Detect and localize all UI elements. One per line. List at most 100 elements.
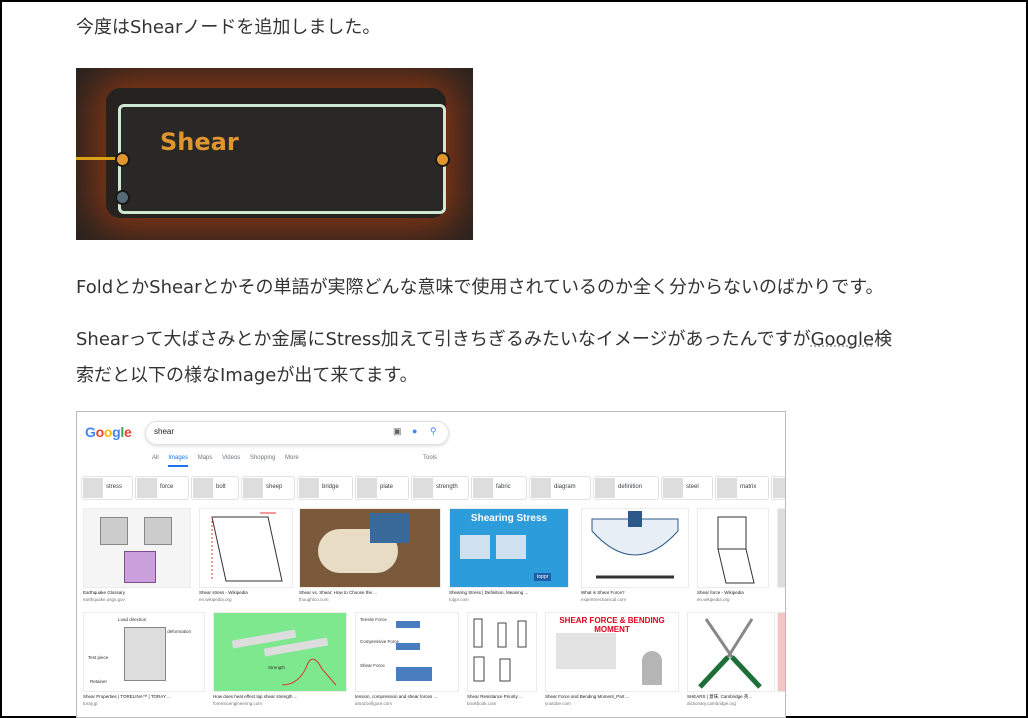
chip-matrix[interactable]: matrix — [715, 476, 769, 500]
thumb-shearing-stress[interactable]: Shearing Stress toppr — [449, 508, 569, 588]
chip-thumbnail — [413, 478, 433, 498]
image-caption[interactable]: Shear Resistance Priority ... — [467, 694, 523, 699]
chip-definition[interactable]: definition — [593, 476, 659, 500]
paragraph-shear-line1: Shearって大ばさみとか金属にStress加えて引きちぎるみたいなイメージがあ… — [76, 322, 892, 358]
logo-letter: G — [85, 424, 96, 440]
image-caption[interactable]: How does heat effect lap shear strength … — [213, 694, 297, 699]
search-icon[interactable]: ⚲ — [430, 426, 437, 437]
search-tabs: All Images Maps Videos Shopping More — [152, 455, 307, 467]
image-source: dictionary.cambridge.org — [687, 701, 736, 706]
image-caption[interactable]: Shear stress - Wikipedia — [199, 590, 248, 595]
google-logo[interactable]: Google — [85, 424, 132, 440]
paragraph-intro: 今度はShearノードを追加しました。 — [76, 17, 381, 38]
thumb-sheep-shearing[interactable] — [299, 508, 441, 588]
chip-label: plate — [380, 484, 394, 490]
thumb-shear-resistance[interactable] — [467, 612, 537, 692]
chip-label: steel — [686, 484, 699, 490]
chip-label: bridge — [322, 484, 339, 490]
mic-icon[interactable]: ● — [412, 426, 417, 436]
search-box[interactable]: shear ▣ ● ⚲ — [145, 421, 449, 445]
image-source: en.wikipedia.org — [199, 597, 232, 602]
chip-beam[interactable]: beam — [771, 476, 785, 500]
label-compressive-force: Compressive Force — [360, 639, 400, 644]
chip-thumbnail — [83, 478, 103, 498]
chip-plate[interactable]: plate — [355, 476, 409, 500]
thumb-toray[interactable]: Load direction Shear deformation Test pi… — [83, 612, 205, 692]
image-source: amazonfigure.com — [355, 701, 393, 706]
chip-thumbnail — [595, 478, 615, 498]
thumb-sfbm[interactable]: SHEAR FORCE & BENDING MOMENT — [545, 612, 679, 692]
image-source: expertmechanical.com — [581, 597, 627, 602]
tab-all[interactable]: All — [152, 455, 159, 461]
thumb-shear-force[interactable] — [581, 508, 689, 588]
chip-sheep[interactable]: sheep — [241, 476, 295, 500]
logo-letter: e — [123, 424, 132, 440]
chip-thumbnail — [531, 478, 551, 498]
image-source: en.wikipedia.org — [697, 597, 730, 602]
search-query[interactable]: shear — [154, 427, 174, 436]
logo-letter: o — [95, 424, 105, 440]
chip-label: strength — [436, 484, 458, 490]
image-caption[interactable]: Shearing Stress | Definition, Meaning ..… — [449, 590, 528, 595]
chip-strength[interactable]: strength — [411, 476, 469, 500]
image-caption[interactable]: Earthquake Glossary — [83, 590, 125, 595]
image-caption[interactable]: Shear vs. Shear: How to Choose the ... — [299, 590, 377, 595]
thumb-lap-shear[interactable]: Strength — [213, 612, 347, 692]
thumb-shear-stress-wiki[interactable] — [199, 508, 293, 588]
paragraph-shear-tail: 検 — [874, 329, 893, 350]
chip-stress[interactable]: stress — [81, 476, 133, 500]
chip-diagram[interactable]: diagram — [529, 476, 591, 500]
image-caption[interactable]: SHEARS | 意味, Cambridge 英... — [687, 694, 752, 700]
tab-images[interactable]: Images — [168, 455, 189, 467]
image-source: youtube.com — [545, 701, 571, 706]
google-search-screenshot: Google shear ▣ ● ⚲ All Images Maps Video… — [76, 411, 786, 718]
label-shear-force: Shear Force — [360, 663, 385, 668]
thumb-row2-partial[interactable] — [777, 612, 785, 692]
chip-label: stress — [106, 484, 123, 490]
tab-videos[interactable]: Videos — [222, 455, 240, 461]
label-load-direction: Load direction — [118, 617, 147, 622]
chip-fabric[interactable]: fabric — [471, 476, 527, 500]
tab-maps[interactable]: Maps — [198, 455, 213, 461]
image-source: thoughtco.com — [299, 597, 329, 602]
node-label: Shear — [160, 128, 239, 156]
chip-bridge[interactable]: bridge — [297, 476, 353, 500]
thumb-forces[interactable]: Tensile Force Compressive Force Shear Fo… — [355, 612, 459, 692]
google-link[interactable]: Google — [811, 329, 874, 350]
tab-more[interactable]: More — [285, 455, 299, 461]
tools-button[interactable]: Tools — [423, 455, 437, 461]
chip-label: force — [160, 484, 174, 490]
image-caption[interactable]: tension, compression and shear forces ..… — [355, 694, 437, 699]
chip-force[interactable]: force — [135, 476, 189, 500]
chip-label: matrix — [740, 484, 757, 490]
chip-thumbnail — [473, 478, 493, 498]
chip-bolt[interactable]: bolt — [191, 476, 239, 500]
chip-thumbnail — [357, 478, 377, 498]
chip-thumbnail — [243, 478, 263, 498]
chip-steel[interactable]: steel — [661, 476, 713, 500]
image-source: bookbook.com — [467, 701, 497, 706]
thumb-earthquake[interactable] — [83, 508, 191, 588]
tab-shopping[interactable]: Shopping — [250, 455, 275, 461]
image-caption[interactable]: Shear force - Wikipedia — [697, 590, 744, 595]
shear-node-image: Shear — [76, 68, 473, 240]
node-input-port[interactable] — [115, 152, 130, 167]
label-strength: Strength — [268, 665, 286, 670]
chip-thumbnail — [773, 478, 785, 498]
image-caption[interactable]: What is Shear Force? — [581, 590, 625, 595]
image-caption[interactable]: Shear Properties | TORELINA™ | TORAY ... — [83, 694, 171, 699]
node-extra-port[interactable] — [115, 190, 130, 205]
thumb-shears-tool[interactable] — [687, 612, 775, 692]
shear-node[interactable] — [118, 104, 446, 214]
node-output-port[interactable] — [435, 152, 450, 167]
chip-thumbnail — [193, 478, 213, 498]
node-input-wire — [76, 157, 116, 160]
chip-label: diagram — [554, 484, 576, 490]
camera-icon[interactable]: ▣ — [393, 426, 402, 437]
thumb-shear-force-wiki[interactable] — [697, 508, 769, 588]
image-source: toray.jp — [83, 701, 98, 706]
sfbm-title: SHEAR FORCE & BENDING MOMENT — [559, 616, 665, 634]
chip-label: fabric — [496, 484, 511, 490]
image-caption[interactable]: Shear Force and Bending Moment_Part ... — [545, 694, 630, 699]
thumb-row1-partial[interactable] — [777, 508, 785, 588]
